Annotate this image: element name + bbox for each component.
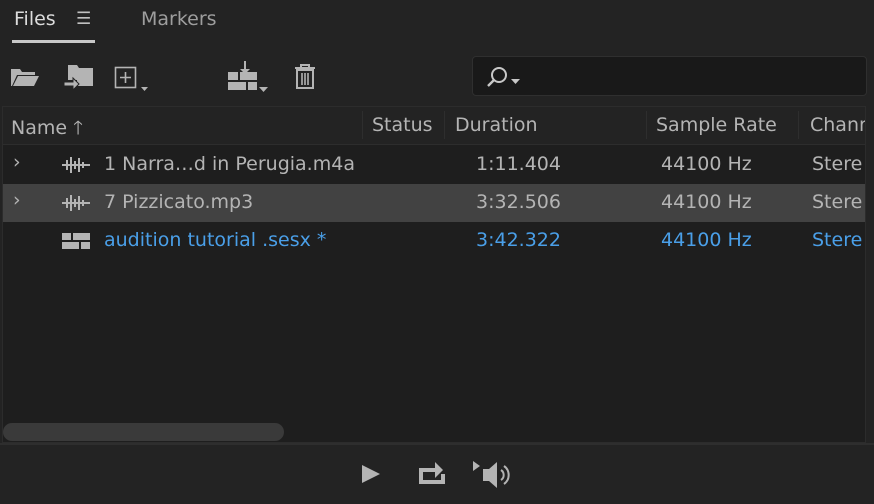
table-row[interactable]: › 1 Narra…d in Perugia.m4a 1:11.404 4410… [3,146,865,184]
tab-files[interactable]: Files [14,8,56,30]
table-row[interactable]: audition tutorial .sesx * 3:42.322 44100… [3,222,865,260]
insert-into-multitrack-icon[interactable] [227,60,269,94]
column-divider[interactable] [362,111,363,139]
file-name: 1 Narra…d in Perugia.m4a [104,153,355,175]
delete-icon[interactable] [293,60,317,94]
column-divider[interactable] [646,111,647,139]
file-duration: 3:32.506 [476,191,561,213]
panel-menu-icon[interactable]: ☰ [76,9,91,29]
column-channels[interactable]: Chann [810,114,865,136]
column-header-row: Name 🡑 Status Duration Sample Rate Chann [3,107,865,145]
import-icon[interactable] [62,60,96,94]
waveform-icon [61,193,91,218]
file-sample-rate: 44100 Hz [661,191,752,213]
file-duration: 3:42.322 [476,229,561,251]
column-divider[interactable] [444,111,445,139]
sort-ascending-icon: 🡑 [73,117,83,139]
column-sample-rate[interactable]: Sample Rate [656,114,777,136]
file-channels: Stere [812,191,863,213]
autoplay-volume-icon[interactable] [471,460,515,494]
expand-chevron-icon[interactable]: › [13,151,21,173]
multitrack-session-icon [61,232,91,255]
table-row[interactable]: › 7 Pizzicato.mp3 3:32.506 44100 Hz Ster… [3,184,865,222]
search-input[interactable] [472,56,867,96]
search-icon [487,67,520,87]
column-status[interactable]: Status [372,114,433,136]
waveform-icon [61,155,91,180]
file-channels: Stere [812,153,863,175]
file-duration: 1:11.404 [476,153,561,175]
divider [0,443,874,445]
file-channels: Stere [812,229,863,251]
column-duration[interactable]: Duration [455,114,538,136]
active-tab-indicator [12,40,95,43]
column-divider[interactable] [798,111,799,139]
column-name[interactable]: Name 🡑 [11,114,83,146]
open-folder-icon[interactable] [10,60,40,94]
expand-chevron-icon[interactable]: › [13,189,21,211]
file-sample-rate: 44100 Hz [661,153,752,175]
file-name: audition tutorial .sesx * [104,229,327,251]
file-sample-rate: 44100 Hz [661,229,752,251]
play-icon[interactable] [360,463,382,489]
file-list: Name 🡑 Status Duration Sample Rate Chann… [2,106,866,443]
horizontal-scrollbar[interactable] [3,423,284,441]
tab-markers[interactable]: Markers [141,8,217,30]
file-name: 7 Pizzicato.mp3 [104,191,254,213]
loop-icon[interactable] [417,460,447,490]
new-file-icon[interactable] [114,60,150,94]
